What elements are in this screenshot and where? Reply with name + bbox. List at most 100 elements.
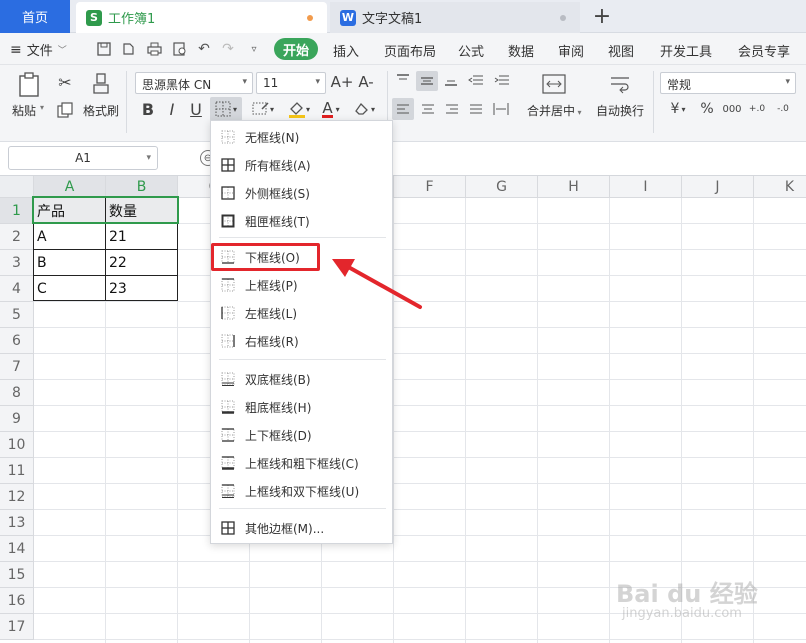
underline-button[interactable]: U: [186, 98, 206, 120]
clear-format-icon[interactable]: ▾: [350, 98, 380, 120]
row-header-3[interactable]: 3: [0, 250, 34, 276]
row-header-16[interactable]: 16: [0, 588, 34, 614]
print-preview-icon[interactable]: [171, 40, 189, 58]
wrap-text-label[interactable]: 自动换行: [596, 102, 644, 119]
column-header-i[interactable]: I: [610, 176, 682, 198]
border-menu-item-top-double-bottom[interactable]: 上框线和双下框线(U): [211, 478, 392, 504]
align-top-icon[interactable]: [394, 71, 412, 89]
merge-center-label[interactable]: 合并居中 ▾: [527, 102, 582, 119]
cell-a2[interactable]: A: [34, 224, 105, 249]
border-menu-item-all[interactable]: 所有框线(A): [211, 152, 392, 178]
name-box[interactable]: A1 ▾: [8, 146, 158, 170]
align-center-icon[interactable]: [418, 98, 438, 120]
row-header-10[interactable]: 10: [0, 432, 34, 458]
cell-a4[interactable]: C: [34, 276, 105, 301]
distributed-align-icon[interactable]: [490, 98, 512, 120]
align-left-icon[interactable]: [392, 98, 414, 120]
border-menu-item-thick-bottom[interactable]: 粗底框线(H): [211, 394, 392, 420]
column-header-g[interactable]: G: [466, 176, 538, 198]
print-icon[interactable]: [145, 40, 163, 58]
row-header-14[interactable]: 14: [0, 536, 34, 562]
column-header-h[interactable]: H: [538, 176, 610, 198]
column-header-b[interactable]: B: [106, 176, 178, 198]
decrease-indent-icon[interactable]: [466, 71, 486, 89]
tab-data[interactable]: 数据: [508, 41, 534, 60]
increase-decimal-icon[interactable]: +.0: [747, 98, 767, 120]
row-header-8[interactable]: 8: [0, 380, 34, 406]
font-size-select[interactable]: 11 ▾: [256, 72, 326, 94]
copy-icon[interactable]: [54, 99, 76, 121]
font-color-icon[interactable]: A ▾: [316, 98, 346, 120]
tab-developer[interactable]: 开发工具: [660, 41, 712, 60]
italic-button[interactable]: I: [162, 98, 182, 120]
row-header-13[interactable]: 13: [0, 510, 34, 536]
align-right-icon[interactable]: [442, 98, 462, 120]
row-header-5[interactable]: 5: [0, 302, 34, 328]
paste-dropdown-icon[interactable]: ▾: [40, 103, 44, 112]
tab-workbook[interactable]: S 工作簿1: [76, 2, 327, 33]
number-format-select[interactable]: 常规 ▾: [660, 72, 796, 94]
row-header-4[interactable]: 4: [0, 276, 34, 302]
tab-insert[interactable]: 插入: [333, 41, 359, 60]
row-header-17[interactable]: 17: [0, 614, 34, 640]
border-menu-item-double-bottom[interactable]: 双底框线(B): [211, 366, 392, 392]
save-icon[interactable]: [95, 40, 113, 58]
border-menu-item-right[interactable]: 右框线(R): [211, 328, 392, 354]
column-header-a[interactable]: A: [34, 176, 106, 198]
align-bottom-icon[interactable]: [442, 71, 460, 89]
row-header-2[interactable]: 2: [0, 224, 34, 250]
border-menu-item-none[interactable]: 无框线(N): [211, 124, 392, 150]
redo-icon[interactable]: ↷: [219, 40, 237, 58]
row-header-6[interactable]: 6: [0, 328, 34, 354]
column-header-k[interactable]: K: [754, 176, 806, 198]
thousands-separator-icon[interactable]: 000: [721, 98, 743, 120]
row-header-7[interactable]: 7: [0, 354, 34, 380]
tab-home[interactable]: 首页: [0, 0, 70, 33]
border-menu-item-thick[interactable]: 粗匣框线(T): [211, 208, 392, 234]
new-tab-button[interactable]: +: [590, 3, 614, 29]
grow-font-icon[interactable]: A+: [331, 72, 354, 92]
row-header-12[interactable]: 12: [0, 484, 34, 510]
row-header-15[interactable]: 15: [0, 562, 34, 588]
cut-icon[interactable]: ✂: [54, 71, 76, 93]
cell-style-icon[interactable]: ▾: [246, 98, 280, 120]
column-header-f[interactable]: F: [394, 176, 466, 198]
border-menu-item-top-bottom[interactable]: 上下框线(D): [211, 422, 392, 448]
undo-icon[interactable]: ↶: [195, 40, 213, 58]
cell-b2[interactable]: 21: [106, 224, 177, 249]
cell-a3[interactable]: B: [34, 250, 105, 275]
wrap-text-icon[interactable]: [606, 71, 634, 97]
tab-review[interactable]: 审阅: [558, 41, 584, 60]
border-menu-item-outside[interactable]: 外侧框线(S): [211, 180, 392, 206]
format-painter-label[interactable]: 格式刷: [83, 102, 119, 119]
currency-icon[interactable]: ¥ ▾: [664, 98, 692, 120]
row-header-11[interactable]: 11: [0, 458, 34, 484]
merge-center-icon[interactable]: [540, 71, 568, 97]
tab-membership[interactable]: 会员专享: [738, 41, 790, 60]
bold-button[interactable]: B: [138, 98, 158, 120]
increase-indent-icon[interactable]: [492, 71, 512, 89]
tab-start[interactable]: 开始: [274, 38, 318, 60]
tab-view[interactable]: 视图: [608, 41, 634, 60]
tab-formulas[interactable]: 公式: [458, 41, 484, 60]
justify-icon[interactable]: [466, 98, 486, 120]
cell-b4[interactable]: 23: [106, 276, 177, 301]
border-button[interactable]: ▾: [210, 97, 242, 121]
border-menu-item-more[interactable]: 其他边框(M)...: [211, 515, 392, 541]
shrink-font-icon[interactable]: A-: [356, 72, 376, 92]
align-middle-icon[interactable]: [416, 71, 438, 91]
format-painter-icon[interactable]: [88, 71, 114, 99]
row-header-9[interactable]: 9: [0, 406, 34, 432]
export-icon[interactable]: [119, 40, 137, 58]
row-header-1[interactable]: 1: [0, 198, 34, 224]
column-header-j[interactable]: J: [682, 176, 754, 198]
tab-document[interactable]: W 文字文稿1: [330, 2, 580, 33]
percent-icon[interactable]: %: [697, 98, 717, 120]
fill-color-icon[interactable]: ▾: [282, 98, 316, 120]
paste-icon[interactable]: [14, 71, 44, 99]
cell-b3[interactable]: 22: [106, 250, 177, 275]
customize-toolbar-icon[interactable]: ▿: [245, 40, 263, 58]
paste-label[interactable]: 粘贴: [12, 102, 36, 119]
font-name-select[interactable]: 思源黑体 CN ▾: [135, 72, 253, 94]
border-menu-item-top-thick-bottom[interactable]: 上框线和粗下框线(C): [211, 450, 392, 476]
